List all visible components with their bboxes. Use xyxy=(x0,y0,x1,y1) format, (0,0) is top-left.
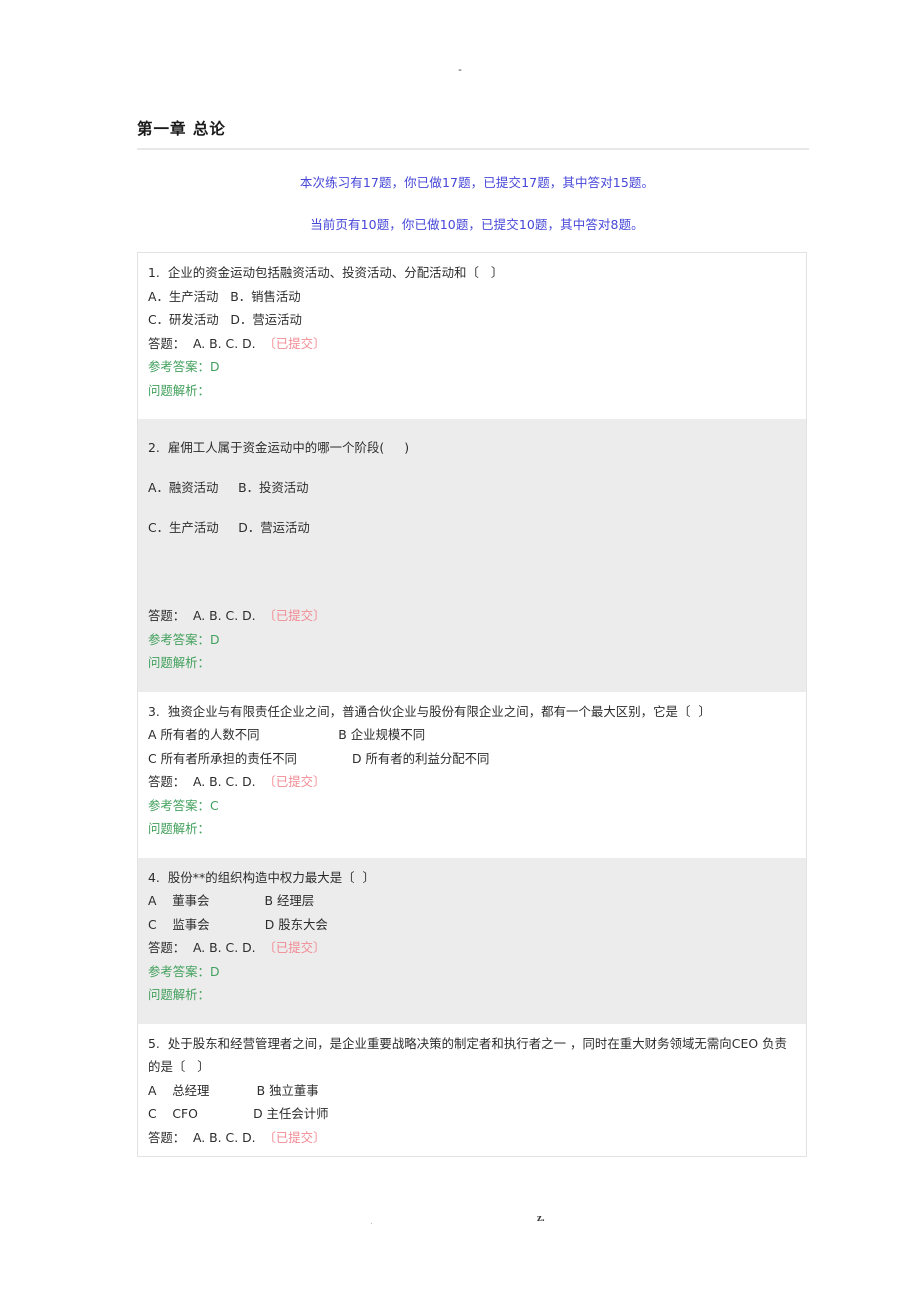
option-line[interactable]: A 董事会 B 经理层 xyxy=(148,889,796,913)
practice-summary: 本次练习有17题，你已做17题，已提交17题，其中答对15题。 当前页有10题，… xyxy=(137,174,809,233)
answer-choices[interactable]: 答题： A. B. C. D. xyxy=(148,336,256,351)
question-item: 5. 处于股东和经营管理者之间，是企业重要战略决策的制定者和执行者之一 ，同时在… xyxy=(138,1024,806,1157)
answer-row: 答题： A. B. C. D. 〔已提交〕 xyxy=(148,936,796,960)
status-badge: 〔已提交〕 xyxy=(263,608,326,623)
reference-answer: 参考答案：D xyxy=(148,963,220,979)
question-item: 4. 股份**的组织构造中权力最大是〔 〕 A 董事会 B 经理层 C 监事会 … xyxy=(138,857,806,1024)
option-line[interactable]: C 监事会 D 股东大会 xyxy=(148,913,796,937)
question-number: 5. xyxy=(148,1035,160,1051)
question-stem: 3. 独资企业与有限责任企业之间，普通合伙企业与股份有限企业之间，都有一个最大区… xyxy=(148,700,796,724)
question-stem: 2. 雇佣工人属于资金运动中的哪一个阶段( ) xyxy=(148,428,796,468)
content-column: 第一章 总论 本次练习有17题，你已做17题，已提交17题，其中答对15题。 当… xyxy=(137,118,809,1157)
page-footer: . z. xyxy=(0,1212,920,1236)
option-line[interactable]: C．生产活动 D．营运活动 xyxy=(148,508,796,548)
question-stem: 1. 企业的资金运动包括融资活动、投资活动、分配活动和〔 〕 xyxy=(148,261,796,285)
answer-row: 答题： A. B. C. D. 〔已提交〕 xyxy=(148,770,796,794)
footer-left-mark: . xyxy=(370,1216,373,1227)
answer-choices[interactable]: 答题： A. B. C. D. xyxy=(148,1130,256,1145)
question-text: 雇佣工人属于资金运动中的哪一个阶段( ) xyxy=(167,440,410,455)
summary-current-page: 当前页有10题，你已做10题，已提交10题，其中答对8题。 xyxy=(310,217,644,232)
question-stem: 5. 处于股东和经营管理者之间，是企业重要战略决策的制定者和执行者之一 ，同时在… xyxy=(148,1032,796,1079)
reference-answer: 参考答案：C xyxy=(148,797,219,813)
option-line[interactable]: C CFO D 主任会计师 xyxy=(148,1102,796,1126)
question-item: 2. 雇佣工人属于资金运动中的哪一个阶段( ) A．融资活动 B．投资活动 C．… xyxy=(138,419,806,692)
question-analysis: 问题解析： xyxy=(148,655,210,670)
question-text: 独资企业与有限责任企业之间，普通合伙企业与股份有限企业之间，都有一个最大区别，它… xyxy=(167,703,711,719)
document-page: - 第一章 总论 本次练习有17题，你已做17题，已提交17题，其中答对15题。… xyxy=(0,0,920,1302)
answer-row: 答题： A. B. C. D. 〔已提交〕 xyxy=(148,604,796,628)
answer-row: 答题： A. B. C. D. 〔已提交〕 xyxy=(148,1126,796,1150)
answer-choices[interactable]: 答题： A. B. C. D. xyxy=(148,774,256,789)
question-number: 2. xyxy=(148,440,160,455)
question-number: 3. xyxy=(148,703,160,719)
option-line[interactable]: A 所有者的人数不同 B 企业规模不同 xyxy=(148,723,796,747)
question-stem: 4. 股份**的组织构造中权力最大是〔 〕 xyxy=(148,866,796,890)
question-list: 1. 企业的资金运动包括融资活动、投资活动、分配活动和〔 〕 A．生产活动 B．… xyxy=(137,252,807,1157)
answer-row: 答题： A. B. C. D. 〔已提交〕 xyxy=(148,332,796,356)
question-item: 1. 企业的资金运动包括融资活动、投资活动、分配活动和〔 〕 A．生产活动 B．… xyxy=(138,253,806,419)
answer-choices[interactable]: 答题： A. B. C. D. xyxy=(148,940,256,955)
question-analysis: 问题解析： xyxy=(148,987,210,1002)
option-line[interactable]: C．研发活动 D．营运活动 xyxy=(148,308,796,332)
option-line[interactable]: C 所有者所承担的责任不同 D 所有者的利益分配不同 xyxy=(148,747,796,771)
footer-right-mark: z. xyxy=(537,1212,545,1224)
status-badge: 〔已提交〕 xyxy=(263,774,326,789)
option-line[interactable]: A．融资活动 B．投资活动 xyxy=(148,468,796,508)
status-badge: 〔已提交〕 xyxy=(263,335,326,351)
status-badge: 〔已提交〕 xyxy=(263,940,326,955)
option-line[interactable]: A 总经理 B 独立董事 xyxy=(148,1079,796,1103)
page-top-mark: - xyxy=(458,64,462,76)
option-line[interactable]: A．生产活动 B．销售活动 xyxy=(148,285,796,309)
status-badge: 〔已提交〕 xyxy=(263,1129,326,1145)
question-text: 企业的资金运动包括融资活动、投资活动、分配活动和〔 〕 xyxy=(167,265,504,280)
reference-answer: 参考答案：D xyxy=(148,359,220,374)
question-item: 3. 独资企业与有限责任企业之间，普通合伙企业与股份有限企业之间，都有一个最大区… xyxy=(138,692,806,858)
answer-choices[interactable]: 答题： A. B. C. D. xyxy=(148,608,256,623)
question-number: 4. xyxy=(148,869,160,885)
question-number: 1. xyxy=(148,265,160,280)
question-analysis: 问题解析： xyxy=(148,821,210,836)
question-analysis: 问题解析： xyxy=(148,382,210,398)
question-text: 处于股东和经营管理者之间，是企业重要战略决策的制定者和执行者之一 ，同时在重大财… xyxy=(148,1035,787,1075)
summary-overall: 本次练习有17题，你已做17题，已提交17题，其中答对15题。 xyxy=(299,175,655,190)
reference-answer: 参考答案：D xyxy=(148,631,220,647)
title-divider xyxy=(137,148,809,150)
question-text: 股份**的组织构造中权力最大是〔 〕 xyxy=(167,869,375,885)
page-title: 第一章 总论 xyxy=(137,120,226,138)
